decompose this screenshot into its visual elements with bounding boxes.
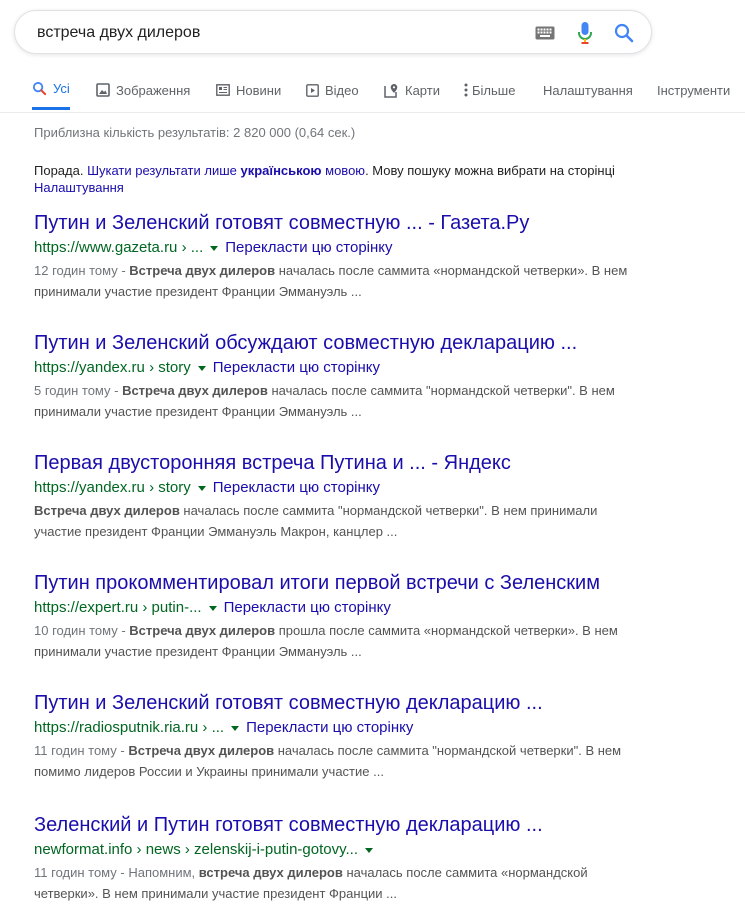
tab-settings[interactable]: Налаштування — [543, 70, 633, 110]
result-date: 12 годин тому - — [34, 263, 130, 278]
result-title-link[interactable]: Путин и Зеленский готовят совместную дек… — [34, 690, 644, 716]
tip-language: українською — [240, 163, 322, 178]
result-url-text: newformat.info › news › zelenskij-i-puti… — [34, 841, 359, 858]
keyboard-icon[interactable] — [533, 21, 557, 45]
tab-all[interactable]: Усі — [32, 70, 70, 110]
search-box — [14, 10, 652, 54]
translate-link[interactable]: Перекласти цю сторінку — [224, 598, 391, 618]
tip-link-text: Шукати результати лише — [87, 163, 237, 178]
result-title-link[interactable]: Путин прокомментировал итоги первой встр… — [34, 570, 644, 596]
more-vert-icon — [464, 83, 468, 97]
search-result: Первая двусторонняя встреча Путина и ...… — [34, 450, 644, 542]
snippet-highlight: Встреча двух дилеров — [129, 623, 276, 638]
result-url-text: https://yandex.ru › story — [34, 479, 191, 496]
tab-images[interactable]: Зображення — [96, 70, 190, 110]
translate-link[interactable]: Перекласти цю сторінку — [225, 238, 392, 258]
tab-label: Зображення — [116, 82, 191, 98]
tab-label: Усі — [53, 81, 70, 96]
result-url: https://expert.ru › putin-... Перекласти… — [34, 598, 644, 618]
result-url-text: https://yandex.ru › story — [34, 359, 191, 376]
result-date: 5 годин тому - — [34, 383, 123, 398]
dropdown-arrow-icon[interactable] — [210, 245, 219, 251]
result-url: https://yandex.ru › story Перекласти цю … — [34, 358, 644, 378]
snippet-highlight: Встреча двух дилеров — [34, 503, 180, 518]
result-snippet: 5 годин тому - Встреча двух дилеров нача… — [34, 380, 639, 422]
result-title-link[interactable]: Зеленский и Путин готовят совместную дек… — [34, 812, 644, 838]
tab-label: Інструменти — [657, 82, 731, 98]
result-snippet: 11 годин тому - Напомним, встреча двух д… — [34, 862, 639, 904]
tip-link-text: мовою — [325, 163, 366, 178]
tip-prefix: Порада. — [34, 163, 88, 178]
translate-link[interactable]: Перекласти цю сторінку — [213, 478, 380, 498]
result-stats: Приблизна кількість результатів: 2 820 0… — [34, 125, 356, 140]
tip-settings-link[interactable]: Налаштування — [34, 180, 124, 195]
dropdown-arrow-icon[interactable] — [231, 725, 240, 731]
result-url: newformat.info › news › zelenskij-i-puti… — [34, 840, 644, 860]
video-icon — [306, 83, 319, 97]
tab-maps[interactable]: Карти — [384, 70, 440, 110]
search-result: Путин и Зеленский готовят совместную дек… — [34, 690, 644, 782]
mic-icon[interactable] — [573, 21, 597, 45]
language-tip: Порада. Шукати результати лише українськ… — [34, 162, 624, 196]
dropdown-arrow-icon[interactable] — [197, 365, 206, 371]
snippet-highlight: Встреча двух дилеров — [122, 383, 268, 398]
search-result: Путин прокомментировал итоги первой встр… — [34, 570, 644, 662]
tab-more[interactable]: Більше — [464, 70, 515, 110]
result-url: https://www.gazeta.ru › ... Перекласти ц… — [34, 238, 644, 258]
result-date: 11 годин тому - — [34, 743, 129, 758]
tab-label: Карти — [405, 82, 440, 98]
snippet-highlight: встреча двух дилеров — [198, 865, 343, 880]
map-pin-icon — [384, 83, 399, 98]
tab-label: Відео — [325, 82, 359, 98]
snippet-highlight: Встреча двух дилеров — [129, 263, 276, 278]
tab-label: Налаштування — [543, 82, 633, 98]
dropdown-arrow-icon[interactable] — [197, 485, 206, 491]
tab-news[interactable]: Новини — [216, 70, 281, 110]
news-icon — [216, 84, 230, 96]
search-tabs: Усі Зображення Новини Відео Карти Більше… — [0, 70, 745, 113]
translate-link[interactable]: Перекласти цю сторінку — [246, 718, 413, 738]
result-date: 10 годин тому - — [34, 623, 130, 638]
result-date: 11 годин тому - Напомним, — [34, 865, 199, 880]
tab-label: Новини — [236, 82, 282, 98]
tip-search-link[interactable]: Шукати результати лише українською мовою — [87, 163, 365, 178]
result-url: https://radiosputnik.ria.ru › ... Перекл… — [34, 718, 644, 738]
image-icon — [96, 83, 110, 97]
result-snippet: Встреча двух дилеров началась после самм… — [34, 500, 639, 542]
dropdown-arrow-icon[interactable] — [208, 605, 217, 611]
search-result: Зеленский и Путин готовят совместную дек… — [34, 812, 644, 904]
translate-link[interactable]: Перекласти цю сторінку — [213, 358, 380, 378]
search-result: Путин и Зеленский обсуждают совместную д… — [34, 330, 644, 422]
dropdown-arrow-icon[interactable] — [365, 847, 374, 853]
tab-label: Більше — [472, 82, 516, 98]
tab-video[interactable]: Відео — [306, 70, 359, 110]
search-icon[interactable] — [612, 21, 636, 45]
search-icon — [32, 81, 47, 96]
result-title-link[interactable]: Путин и Зеленский готовят совместную ...… — [34, 210, 644, 236]
result-url-text: https://radiosputnik.ria.ru › ... — [34, 719, 225, 736]
result-url: https://yandex.ru › story Перекласти цю … — [34, 478, 644, 498]
search-input[interactable] — [35, 19, 519, 47]
result-url-text: https://www.gazeta.ru › ... — [34, 239, 204, 256]
result-snippet: 10 годин тому - Встреча двух дилеров про… — [34, 620, 639, 662]
result-title-link[interactable]: Путин и Зеленский обсуждают совместную д… — [34, 330, 644, 356]
search-result: Путин и Зеленский готовят совместную ...… — [34, 210, 644, 302]
snippet-highlight: Встреча двух дилеров — [128, 743, 275, 758]
result-url-text: https://expert.ru › putin-... — [34, 599, 202, 616]
tip-middle: . Мову пошуку можна вибрати на сторінці — [365, 163, 615, 178]
result-snippet: 12 годин тому - Встреча двух дилеров нач… — [34, 260, 639, 302]
result-snippet: 11 годин тому - Встреча двух дилеров нач… — [34, 740, 639, 782]
result-title-link[interactable]: Первая двусторонняя встреча Путина и ...… — [34, 450, 644, 476]
tab-tools[interactable]: Інструменти — [657, 70, 730, 110]
